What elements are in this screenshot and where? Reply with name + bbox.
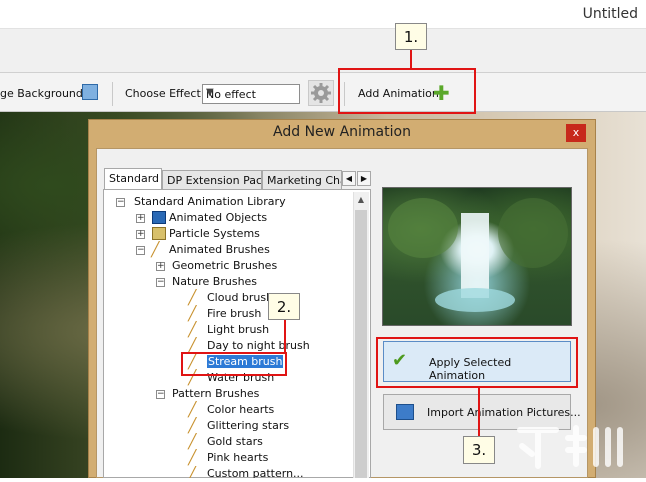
step-callout-2: 2. — [268, 293, 300, 320]
tree-node-label: Nature Brushes — [172, 275, 258, 288]
ribbon-band — [0, 28, 646, 72]
app-title: Untitled — [582, 6, 638, 22]
close-button[interactable]: x — [566, 124, 586, 142]
brush-icon: ╱ — [188, 402, 197, 418]
collapse-icon[interactable]: − — [136, 246, 145, 255]
tree-item-color-hearts[interactable]: ╱ Color hearts — [188, 402, 348, 418]
tab-marketing-char[interactable]: Marketing Char — [262, 170, 342, 190]
gear-icon — [311, 83, 331, 103]
animated-objects-icon — [152, 211, 166, 224]
animation-preview-image — [382, 187, 572, 326]
tree-item-glittering-stars[interactable]: ╱ Glittering stars — [188, 418, 348, 434]
watermark-logo — [512, 420, 632, 482]
tab-scroll-right-icon[interactable]: ▶ — [357, 171, 371, 186]
tree-node-label: Pattern Brushes — [172, 387, 260, 400]
waterfall-preview-graphic — [388, 198, 568, 312]
change-background-button[interactable]: ge Background — [0, 87, 83, 100]
brush-icon: ╱ — [188, 450, 197, 466]
tree-item-pink-hearts[interactable]: ╱ Pink hearts — [188, 450, 348, 466]
tree-item-label: Glittering stars — [207, 419, 290, 432]
particle-systems-icon — [152, 227, 166, 240]
watermark-glyphs — [517, 425, 623, 469]
collapse-icon[interactable]: − — [116, 198, 125, 207]
tree-node-animated-objects[interactable]: + Animated Objects — [136, 210, 352, 226]
tab-scroll-left-icon[interactable]: ◀ — [342, 171, 356, 186]
highlight-box-stream-brush — [181, 352, 287, 376]
toolbar-separator — [112, 82, 113, 106]
brush-icon: ╱ — [188, 434, 197, 450]
effect-dropdown[interactable]: No effect ▼ — [202, 84, 300, 104]
brush-icon: ╱ — [188, 322, 197, 338]
tree-node-label: Animated Brushes — [169, 243, 270, 256]
effect-settings-button[interactable] — [308, 80, 334, 106]
tab-dp-extension-pack[interactable]: DP Extension Pack — [162, 170, 262, 190]
tree-item-label: Gold stars — [207, 435, 263, 448]
tree-item-light-brush[interactable]: ╱ Light brush — [188, 322, 348, 338]
tree-node-root[interactable]: − Standard Animation Library — [116, 194, 352, 210]
expand-icon[interactable]: + — [156, 262, 165, 271]
tree-node-label: Animated Objects — [169, 211, 268, 224]
background-image-icon[interactable] — [82, 84, 98, 100]
tree-node-geometric-brushes[interactable]: + Geometric Brushes — [156, 258, 352, 274]
tree-item-label: Light brush — [207, 323, 270, 336]
collapse-icon[interactable]: − — [156, 278, 165, 287]
tree-node-particle-systems[interactable]: + Particle Systems — [136, 226, 352, 242]
callout-connector — [478, 388, 480, 436]
collapse-icon[interactable]: − — [156, 390, 165, 399]
import-button-label: Import Animation Pictures... — [427, 406, 581, 419]
brush-icon: ╱ — [151, 242, 160, 258]
chevron-down-icon: ▼ — [206, 87, 214, 98]
callout-connector — [410, 50, 412, 68]
tree-item-gold-stars[interactable]: ╱ Gold stars — [188, 434, 348, 450]
tree-item-label: Pink hearts — [207, 451, 269, 464]
tree-scrollbar-thumb[interactable] — [355, 210, 367, 478]
tree-item-label: Custom pattern... — [207, 467, 304, 478]
expand-icon[interactable]: + — [136, 214, 145, 223]
brush-icon: ╱ — [188, 418, 197, 434]
tree-node-label: Standard Animation Library — [134, 195, 286, 208]
tree-node-animated-brushes[interactable]: − ╱ Animated Brushes — [136, 242, 352, 258]
step-callout-1: 1. — [395, 23, 427, 50]
tree-item-label: Color hearts — [207, 403, 275, 416]
title-bar — [0, 0, 646, 28]
tab-standard[interactable]: Standard — [104, 168, 162, 190]
highlight-box-add-animation — [338, 68, 476, 114]
choose-effect-label: Choose Effect: — [125, 87, 205, 100]
tree-item-label: Day to night brush — [207, 339, 310, 352]
callout-connector — [284, 320, 286, 352]
tree-node-pattern-brushes[interactable]: − Pattern Brushes — [156, 386, 352, 402]
dialog-title: Add New Animation — [273, 124, 411, 140]
brush-icon: ╱ — [188, 290, 197, 306]
expand-icon[interactable]: + — [136, 230, 145, 239]
import-pictures-icon — [396, 404, 414, 420]
step-callout-3: 3. — [463, 436, 495, 464]
brush-icon: ╱ — [188, 306, 197, 322]
scroll-up-icon[interactable]: ▲ — [353, 192, 369, 208]
tree-node-label: Particle Systems — [169, 227, 260, 240]
brush-icon: ╱ — [188, 466, 197, 478]
highlight-box-apply-button — [376, 337, 578, 388]
tree-node-nature-brushes[interactable]: − Nature Brushes — [156, 274, 352, 290]
tree-item-label: Fire brush — [207, 307, 262, 320]
tree-item-custom-pattern[interactable]: ╱ Custom pattern... — [188, 466, 348, 478]
tree-item-label: Cloud brush — [207, 291, 274, 304]
tree-node-label: Geometric Brushes — [172, 259, 278, 272]
